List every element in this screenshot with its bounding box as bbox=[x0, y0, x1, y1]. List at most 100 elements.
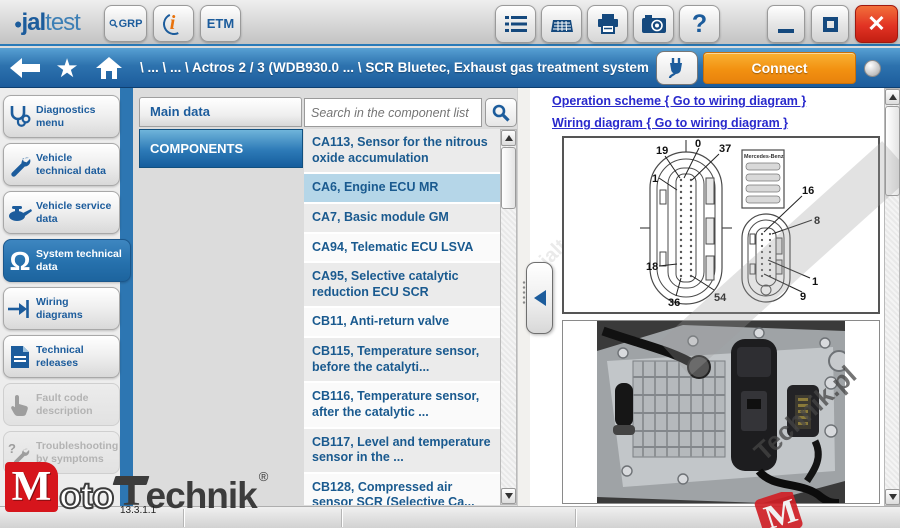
navbar: ★ \ ... \ ... \ Actros 2 / 3 (WDB930.0 .… bbox=[0, 48, 900, 88]
detail-scrollbar[interactable] bbox=[884, 88, 900, 506]
triangle-up-icon bbox=[505, 135, 513, 141]
document-icon bbox=[4, 345, 36, 369]
favorites-button[interactable]: ★ bbox=[50, 54, 84, 82]
list-icon bbox=[505, 15, 527, 33]
triangle-down-icon bbox=[505, 493, 513, 499]
printer-icon bbox=[597, 14, 619, 34]
scroll-up-button[interactable] bbox=[501, 130, 516, 146]
detail-panel: ● jaltest ● jaltest ● jaltest ● jaltest … bbox=[530, 88, 884, 506]
keyboard-button[interactable] bbox=[541, 5, 582, 43]
sidebar-item-wiring-diagrams[interactable]: Wiring diagrams bbox=[3, 287, 120, 330]
list-item[interactable]: CB11, Anti-return valve bbox=[304, 308, 500, 338]
version-label: 13.3.1.1 bbox=[120, 505, 156, 516]
magnifier-icon bbox=[109, 19, 118, 28]
scroll-thumb[interactable] bbox=[885, 106, 900, 196]
sidebar-item-system-technical-data[interactable]: Ω System technical data bbox=[3, 239, 131, 282]
scroll-thumb[interactable] bbox=[501, 147, 516, 209]
oil-can-icon bbox=[4, 204, 36, 222]
list-item[interactable]: CB116, Temperature sensor, after the cat… bbox=[304, 383, 500, 428]
star-icon: ★ bbox=[55, 55, 78, 81]
pin-label: 1 bbox=[652, 173, 658, 185]
list-item[interactable]: CB117, Level and temperature sensor in t… bbox=[304, 429, 500, 474]
wrench-icon bbox=[4, 153, 36, 177]
component-list-scrollbar[interactable] bbox=[500, 129, 517, 505]
svg-text:?: ? bbox=[8, 441, 16, 456]
scroll-down-button[interactable] bbox=[885, 489, 900, 505]
pin-label: 36 bbox=[668, 297, 680, 309]
brand-label: Mercedes-Benz bbox=[744, 154, 784, 160]
minimize-button[interactable] bbox=[767, 5, 805, 43]
home-button[interactable] bbox=[92, 54, 126, 82]
back-button[interactable] bbox=[8, 54, 42, 82]
etm-button[interactable]: ETM bbox=[200, 5, 241, 42]
operation-scheme-link[interactable]: Operation scheme { Go to wiring diagram … bbox=[552, 94, 806, 108]
scroll-down-button[interactable] bbox=[501, 488, 516, 504]
list-item[interactable]: CA7, Basic module GM bbox=[304, 204, 500, 234]
pin-label: 16 bbox=[802, 185, 814, 197]
sidebar-item-technical-releases[interactable]: Technical releases bbox=[3, 335, 120, 378]
close-button[interactable]: ✕ bbox=[855, 5, 898, 43]
triangle-up-icon bbox=[889, 94, 897, 100]
hand-pointer-icon bbox=[4, 394, 36, 416]
sidebar-item-vehicle-service-data[interactable]: Vehicle service data bbox=[3, 191, 120, 234]
pin-label: 9 bbox=[800, 291, 806, 303]
list-item-selected[interactable]: CA6, Engine ECU MR bbox=[304, 174, 500, 204]
pin-label: 18 bbox=[646, 261, 658, 273]
list-menu-button[interactable] bbox=[495, 5, 536, 43]
collapse-panel-button[interactable] bbox=[526, 262, 553, 334]
maximize-button[interactable] bbox=[811, 5, 849, 43]
info-arc-icon bbox=[159, 9, 187, 37]
connector-pinout-diagram[interactable]: 19 0 37 1 18 36 54 Mercedes-Benz bbox=[562, 136, 880, 314]
search-icon bbox=[492, 104, 510, 122]
help-button[interactable]: ? bbox=[679, 5, 720, 43]
tab-main-data[interactable]: Main data bbox=[139, 97, 302, 127]
breadcrumb: \ ... \ ... \ Actros 2 / 3 (WDB930.0 ...… bbox=[140, 60, 649, 75]
close-icon: ✕ bbox=[867, 13, 885, 35]
triangle-down-icon bbox=[889, 494, 897, 500]
stethoscope-icon bbox=[4, 104, 36, 130]
grp-button[interactable]: GRP bbox=[104, 5, 147, 42]
titlebar: ●jaltest GRP i ETM ? ✕ bbox=[0, 0, 900, 46]
pin-label: 0 bbox=[695, 138, 701, 150]
connector-type-button[interactable] bbox=[656, 51, 698, 85]
registered-mark: ® bbox=[259, 469, 269, 484]
pin-label: 8 bbox=[814, 215, 820, 227]
scroll-up-button[interactable] bbox=[885, 89, 900, 105]
pin-label: 19 bbox=[656, 145, 668, 157]
sidebar-item-diagnostics-menu[interactable]: Diagnostics menu bbox=[3, 95, 120, 138]
moto-m-mark: M bbox=[5, 462, 58, 512]
question-wrench-icon: ? bbox=[4, 441, 36, 465]
connect-button[interactable]: Connect bbox=[703, 52, 856, 84]
camera-icon bbox=[642, 15, 666, 33]
sidebar-accent-strip bbox=[120, 88, 133, 506]
list-item[interactable]: CA95, Selective catalytic reduction ECU … bbox=[304, 263, 500, 308]
list-item[interactable]: CA94, Telematic ECU LSVA bbox=[304, 234, 500, 264]
search-button[interactable] bbox=[485, 98, 517, 127]
omega-icon: Ω bbox=[4, 248, 36, 274]
triangle-left-icon bbox=[534, 290, 546, 306]
maximize-icon bbox=[823, 17, 838, 32]
sidebar: Diagnostics menu Vehicle technical data … bbox=[0, 88, 133, 506]
wiring-diagram-link[interactable]: Wiring diagram { Go to wiring diagram } bbox=[552, 116, 788, 130]
minimize-icon bbox=[778, 29, 794, 33]
connection-status-led bbox=[864, 60, 881, 77]
list-item[interactable]: CB115, Temperature sensor, before the ca… bbox=[304, 338, 500, 383]
back-arrow-icon bbox=[10, 58, 40, 78]
pin-label: 37 bbox=[719, 143, 731, 155]
statusbar-separator bbox=[575, 509, 576, 527]
keyboard-icon bbox=[550, 15, 574, 33]
print-button[interactable] bbox=[587, 5, 628, 43]
sidebar-item-fault-code-description: Fault code description bbox=[3, 383, 120, 426]
list-item[interactable]: CB128, Compressed air sensor SCR (Select… bbox=[304, 474, 500, 505]
screenshot-button[interactable] bbox=[633, 5, 674, 43]
home-icon bbox=[96, 57, 122, 79]
info-button[interactable]: i bbox=[153, 5, 194, 42]
components-section-header[interactable]: COMPONENTS bbox=[139, 129, 303, 168]
component-location-photo[interactable] bbox=[562, 320, 880, 504]
statusbar-separator bbox=[341, 509, 342, 527]
list-item[interactable]: CA113, Sensor for the nitrous oxide accu… bbox=[304, 129, 500, 174]
sidebar-item-vehicle-technical-data[interactable]: Vehicle technical data bbox=[3, 143, 120, 186]
wiring-arrow-icon bbox=[4, 298, 36, 320]
jaltest-logo: ●jaltest bbox=[14, 9, 80, 37]
component-search-input[interactable] bbox=[304, 98, 482, 127]
